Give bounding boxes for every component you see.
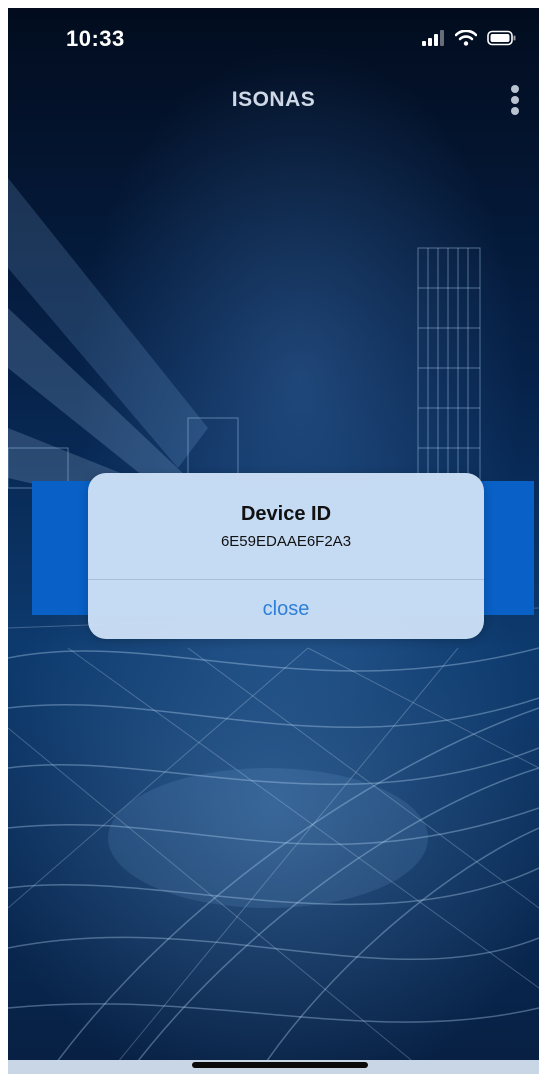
more-options-button[interactable] [505,82,525,118]
home-indicator[interactable] [192,1062,368,1068]
more-vertical-icon-dot [511,96,519,104]
phone-screen: 10:33 ISONAS Device ID 6E59EDAAE6F2A3 cl… [8,8,539,1074]
status-icons [421,29,517,51]
status-time: 10:33 [66,26,125,51]
more-vertical-icon-dot [511,107,519,115]
wifi-icon [454,29,478,51]
dialog-message: 6E59EDAAE6F2A3 [220,533,352,550]
signal-icon [421,30,445,51]
app-header: ISONAS [8,80,539,120]
status-bar: 10:33 [8,8,539,68]
device-id-dialog: Device ID 6E59EDAAE6F2A3 close [88,473,484,639]
close-button[interactable]: close [88,580,484,639]
app-title: ISONAS [231,88,316,111]
dialog-title: Device ID [240,503,332,525]
battery-icon [487,30,517,51]
more-vertical-icon [511,85,519,93]
